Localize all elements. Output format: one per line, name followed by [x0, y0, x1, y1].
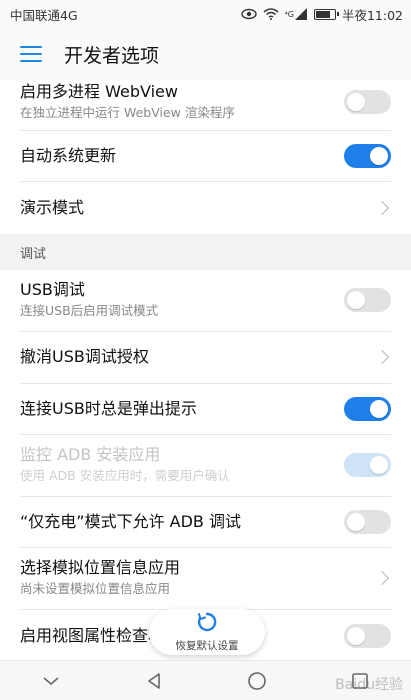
- restore-defaults-button[interactable]: 恢复默认设置: [149, 609, 265, 655]
- setting-revoke-usb[interactable]: 撤消USB调试授权: [0, 332, 411, 382]
- setting-title: “仅充电”模式下允许 ADB 调试: [20, 512, 241, 531]
- view-attr-toggle[interactable]: [344, 624, 391, 648]
- setting-demo-mode[interactable]: 演示模式: [0, 182, 411, 234]
- settings-list[interactable]: 启用多进程 WebView 在独立进程中运行 WebView 渲染程序 自动系统…: [0, 80, 411, 660]
- charge-adb-toggle[interactable]: [344, 510, 391, 534]
- back-icon: [148, 672, 160, 689]
- setting-subtitle: 尚未设置模拟位置信息应用: [20, 581, 171, 596]
- refresh-icon: [196, 611, 218, 637]
- setting-subtitle: 使用 ADB 安装应用时，需要用户确认: [20, 468, 230, 483]
- chevron-down-icon: [43, 676, 59, 685]
- setting-multi-webview[interactable]: 启用多进程 WebView 在独立进程中运行 WebView 渲染程序: [0, 80, 411, 126]
- multi-webview-toggle[interactable]: [344, 90, 391, 114]
- setting-title: 选择模拟位置信息应用: [20, 558, 181, 577]
- status-bar: 中国联通4G ⁴G 半夜11:02: [0, 0, 411, 28]
- setting-title: 演示模式: [20, 198, 85, 217]
- setting-title: 自动系统更新: [20, 146, 117, 165]
- app-bar: 开发者选项: [0, 28, 411, 80]
- eye-icon: [240, 8, 257, 20]
- setting-title: USB调试: [20, 280, 85, 299]
- signal-icon: ⁴G: [285, 8, 308, 20]
- setting-subtitle: 在独立进程中运行 WebView 渲染程序: [20, 105, 235, 120]
- chevron-right-icon: [374, 349, 390, 365]
- watermark: Baidu经验: [335, 677, 403, 693]
- menu-icon[interactable]: [20, 46, 42, 62]
- section-label: 调试: [20, 246, 47, 262]
- wifi-icon: [263, 8, 279, 20]
- setting-adb-monitor: 监控 ADB 安装应用 使用 ADB 安装应用时，需要用户确认: [0, 435, 411, 495]
- collapse-button[interactable]: [29, 665, 73, 697]
- setting-charge-adb[interactable]: “仅充电”模式下允许 ADB 调试: [0, 497, 411, 547]
- usb-debug-toggle[interactable]: [344, 288, 391, 312]
- carrier-label: 中国联通4G: [10, 7, 78, 23]
- usb-prompt-toggle[interactable]: [344, 397, 391, 421]
- page-title: 开发者选项: [64, 44, 160, 67]
- setting-title: 启用多进程 WebView: [20, 82, 178, 101]
- setting-title: 撤消USB调试授权: [20, 347, 149, 366]
- chevron-right-icon: [374, 200, 390, 216]
- chevron-right-icon: [374, 570, 390, 586]
- battery-fill: [315, 10, 330, 18]
- setting-usb-debug[interactable]: USB调试 连接USB后启用调试模式: [0, 270, 411, 330]
- clock: 半夜11:02: [341, 7, 403, 23]
- restore-defaults-label: 恢复默认设置: [175, 640, 239, 652]
- setting-usb-prompt[interactable]: 连接USB时总是弹出提示: [0, 384, 411, 434]
- section-header-debug: 调试: [0, 234, 411, 270]
- signal-label: ⁴G: [284, 9, 294, 19]
- home-icon: [248, 671, 266, 690]
- home-button[interactable]: [235, 665, 279, 697]
- back-button[interactable]: [132, 665, 176, 697]
- adb-monitor-toggle: [344, 453, 391, 477]
- setting-subtitle: 连接USB后启用调试模式: [20, 303, 159, 318]
- setting-title: 连接USB时总是弹出提示: [20, 399, 197, 418]
- setting-title: 监控 ADB 安装应用: [20, 445, 161, 464]
- setting-mock-location[interactable]: 选择模拟位置信息应用 尚未设置模拟位置信息应用: [0, 548, 411, 608]
- status-icons: ⁴G 半夜11:02: [240, 5, 403, 24]
- auto-update-toggle[interactable]: [344, 144, 391, 168]
- setting-auto-update[interactable]: 自动系统更新: [0, 131, 411, 181]
- battery-icon: [313, 8, 339, 20]
